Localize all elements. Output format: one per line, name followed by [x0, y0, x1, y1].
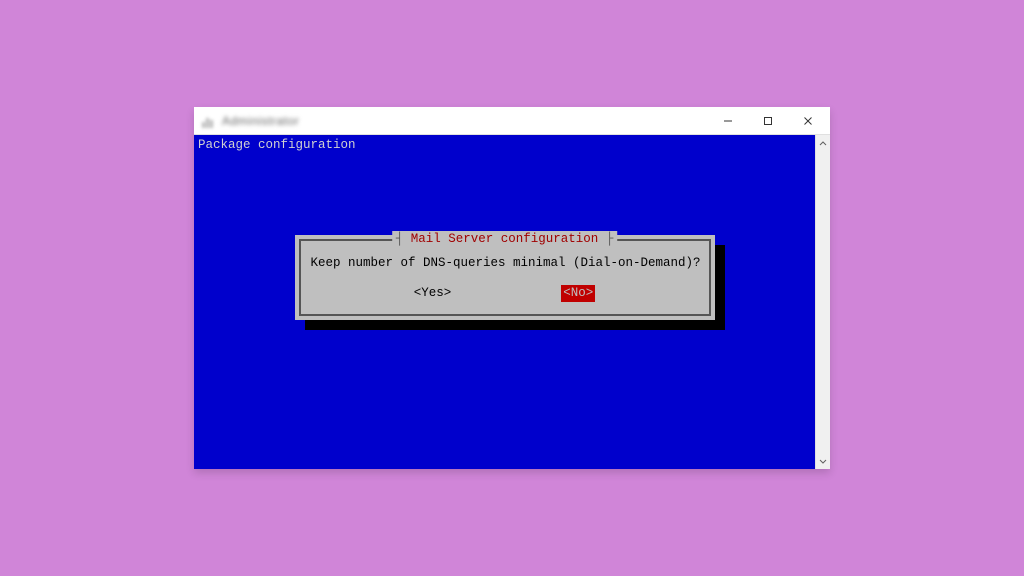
window-controls — [708, 107, 828, 134]
minimize-button[interactable] — [708, 107, 748, 134]
dialog-buttons: <Yes> <No> — [311, 285, 699, 301]
maximize-button[interactable] — [748, 107, 788, 134]
content-area: Package configuration Mail Server config… — [194, 135, 830, 469]
titlebar: Administrator — [194, 107, 830, 135]
titlebar-left: Administrator — [202, 114, 299, 128]
dialog-title: Mail Server configuration — [392, 231, 618, 247]
terminal-header: Package configuration — [194, 135, 815, 155]
no-button[interactable]: <No> — [561, 285, 595, 301]
vertical-scrollbar[interactable] — [815, 135, 830, 469]
terminal: Package configuration Mail Server config… — [194, 135, 815, 469]
scrollbar-down-icon[interactable] — [816, 453, 830, 469]
scrollbar-up-icon[interactable] — [816, 135, 830, 151]
config-dialog: Mail Server configuration Keep number of… — [295, 235, 715, 320]
yes-button[interactable]: <Yes> — [414, 285, 452, 301]
dialog-inner: Mail Server configuration Keep number of… — [299, 239, 711, 316]
app-icon — [202, 114, 216, 128]
dialog-wrapper: Mail Server configuration Keep number of… — [295, 235, 715, 320]
app-window: Administrator Package configuration Mail… — [194, 107, 830, 469]
dialog-question: Keep number of DNS-queries minimal (Dial… — [311, 255, 699, 271]
window-title: Administrator — [222, 114, 299, 128]
close-button[interactable] — [788, 107, 828, 134]
